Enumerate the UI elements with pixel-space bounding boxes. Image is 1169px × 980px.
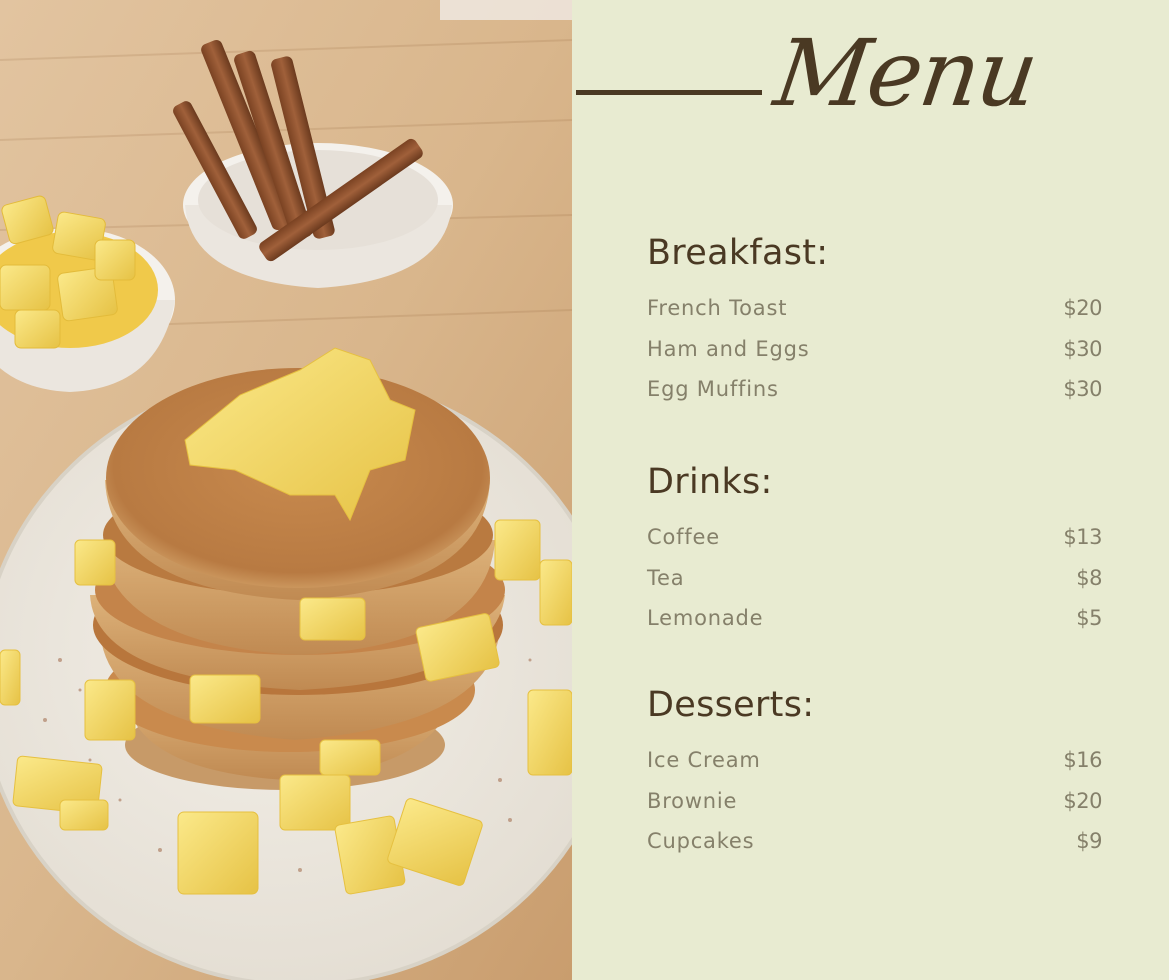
item-price: $16	[1063, 748, 1102, 772]
item-name: Brownie	[647, 788, 738, 813]
menu-item: Egg Muffins $30	[647, 377, 1102, 418]
section-title: Desserts:	[647, 685, 815, 725]
item-name: Lemonade	[647, 606, 764, 630]
menu-item: Ice Cream $16	[647, 748, 1102, 789]
title-rule	[576, 90, 762, 95]
menu-title: Menu	[768, 20, 1043, 127]
item-name: Ice Cream	[647, 748, 761, 772]
food-photo	[0, 0, 572, 980]
section-drinks: Drinks: Coffee $13 Tea $8 Lemonade $5	[647, 465, 1102, 647]
menu-item: French Toast $20	[647, 296, 1102, 337]
item-name: Ham and Eggs	[647, 336, 810, 361]
menu-page: Menu Breakfast: French Toast $20 Ham and…	[0, 0, 1169, 980]
section-title: Drinks:	[647, 462, 773, 502]
menu-item: Cupcakes $9	[647, 829, 1102, 870]
section-title: Breakfast:	[647, 233, 829, 273]
item-price: $13	[1063, 525, 1102, 549]
item-name: French Toast	[647, 296, 788, 320]
menu-item: Coffee $13	[647, 525, 1102, 566]
item-name: Egg Muffins	[647, 377, 779, 401]
pancake-illustration	[0, 0, 572, 980]
item-name: Cupcakes	[647, 829, 755, 853]
item-price: $30	[1063, 336, 1102, 361]
section-desserts: Desserts: Ice Cream $16 Brownie $20 Cupc…	[647, 688, 1102, 870]
menu-item: Lemonade $5	[647, 606, 1102, 647]
item-name: Coffee	[647, 525, 720, 549]
menu-item: Brownie $20	[647, 789, 1102, 830]
menu-panel: Menu Breakfast: French Toast $20 Ham and…	[572, 0, 1169, 980]
item-name: Tea	[647, 565, 685, 590]
item-price: $30	[1063, 377, 1102, 401]
item-price: $20	[1063, 296, 1102, 320]
section-breakfast: Breakfast: French Toast $20 Ham and Eggs…	[647, 236, 1102, 418]
menu-item: Tea $8	[647, 566, 1102, 607]
item-price: $20	[1063, 788, 1102, 813]
item-price: $9	[1076, 829, 1102, 853]
item-price: $5	[1076, 606, 1102, 630]
menu-item: Ham and Eggs $30	[647, 337, 1102, 378]
item-price: $8	[1076, 565, 1102, 590]
